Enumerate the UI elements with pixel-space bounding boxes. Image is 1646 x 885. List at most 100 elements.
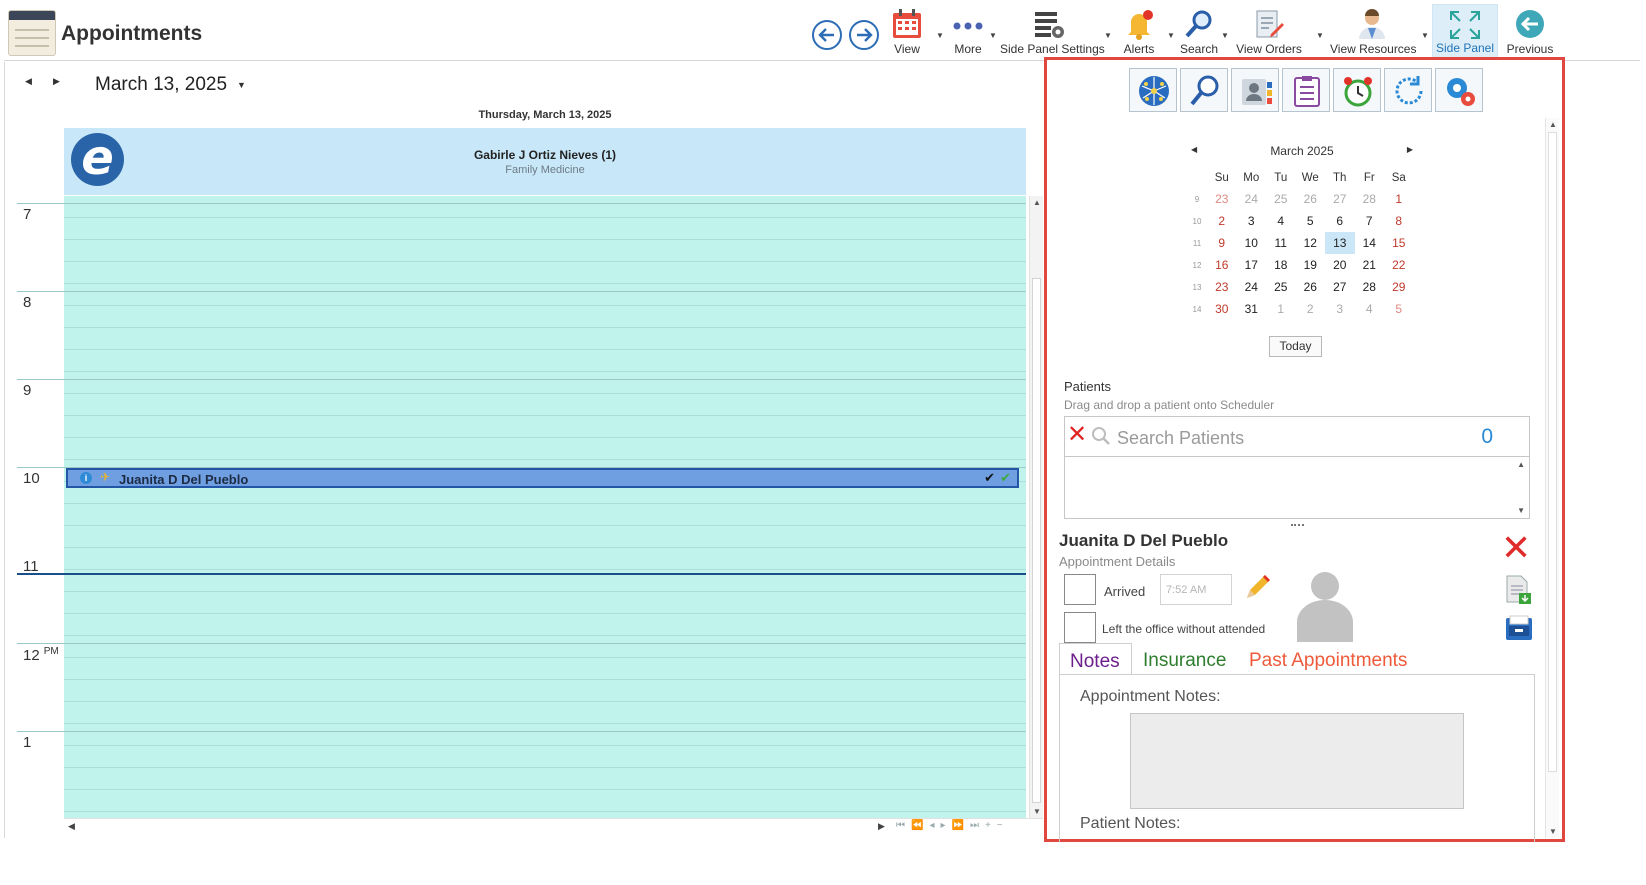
tab-insurance[interactable]: Insurance	[1133, 643, 1236, 675]
left-office-checkbox[interactable]	[1064, 612, 1096, 643]
calendar-day[interactable]: 2	[1296, 298, 1326, 320]
reminder-button[interactable]	[1333, 68, 1381, 112]
calendar-day[interactable]: 4	[1266, 210, 1296, 232]
side-panel-settings-button[interactable]: Side Panel Settings	[1000, 4, 1105, 61]
scroll-left-arrow[interactable]: ◀	[68, 821, 75, 832]
scroll-down-arrow[interactable]: ▼	[1549, 827, 1557, 836]
view-button[interactable]: View	[884, 4, 930, 61]
calendar-day[interactable]: 4	[1355, 298, 1385, 320]
appointment-block[interactable]: i ✈ Juanita D Del Pueblo ✔ ✔	[66, 468, 1019, 488]
calendar-day[interactable]: 2	[1207, 210, 1237, 232]
calendar-day[interactable]: 3	[1237, 210, 1267, 232]
calendar-day[interactable]: 22	[1384, 254, 1414, 276]
scroll-up-arrow[interactable]: ▲	[1517, 460, 1525, 469]
date-dropdown-arrow[interactable]: ▼	[237, 80, 246, 90]
resource-navigation-controls[interactable]: ⏮⏪◂▸⏩⏭+−	[896, 820, 1009, 831]
calendar-day[interactable]: 20	[1325, 254, 1355, 276]
patient-results-list[interactable]: ▲ ▼	[1064, 456, 1530, 519]
calendar-day[interactable]: 24	[1237, 276, 1267, 298]
calendar-day[interactable]: 1	[1266, 298, 1296, 320]
calendar-day[interactable]: 19	[1296, 254, 1326, 276]
calendar-day[interactable]: 15	[1384, 232, 1414, 254]
search-dropdown-arrow[interactable]: ▼	[1221, 31, 1229, 40]
calendar-day[interactable]: 6	[1325, 210, 1355, 232]
next-month-button[interactable]: ▶	[1407, 145, 1413, 154]
calendar-day[interactable]: 3	[1325, 298, 1355, 320]
previous-day-button[interactable]: ◀	[25, 76, 32, 87]
archive-drawer-icon[interactable]	[1504, 614, 1534, 642]
more-button[interactable]: More	[946, 4, 990, 61]
calendar-day[interactable]: 9	[1207, 232, 1237, 254]
calendar-day[interactable]: 29	[1384, 276, 1414, 298]
scroll-up-arrow[interactable]: ▲	[1033, 198, 1041, 207]
calendar-day[interactable]: 25	[1266, 276, 1296, 298]
scroll-up-arrow[interactable]: ▲	[1549, 120, 1557, 129]
calendar-day[interactable]: 16	[1207, 254, 1237, 276]
calendar-day[interactable]: 8	[1384, 210, 1414, 232]
alerts-button[interactable]: Alerts	[1116, 4, 1162, 61]
calendar-day[interactable]: 21	[1355, 254, 1385, 276]
calendar-day[interactable]: 5	[1296, 210, 1326, 232]
side-panel-button[interactable]: Side Panel	[1432, 4, 1498, 61]
calendar-day[interactable]: 23	[1207, 188, 1237, 210]
more-dropdown-arrow[interactable]: ▼	[989, 31, 997, 40]
scroll-right-arrow[interactable]: ▶	[878, 821, 885, 832]
view-orders-dropdown-arrow[interactable]: ▼	[1316, 31, 1324, 40]
current-date-label[interactable]: March 13, 2025	[95, 74, 227, 96]
find-button[interactable]	[1180, 68, 1228, 112]
calendar-day[interactable]: 26	[1296, 188, 1326, 210]
calendar-day[interactable]: 28	[1355, 188, 1385, 210]
pencil-icon[interactable]	[1243, 572, 1273, 602]
time-slots-column[interactable]	[64, 196, 1026, 818]
settings-button[interactable]	[1435, 68, 1483, 112]
view-orders-button[interactable]: View Orders	[1234, 4, 1304, 61]
arrived-time-field[interactable]: 7:52 AM	[1160, 574, 1232, 605]
refresh-button[interactable]	[1384, 68, 1432, 112]
calendar-day[interactable]: 12	[1296, 232, 1326, 254]
next-day-button[interactable]: ▶	[53, 76, 60, 87]
calendar-day[interactable]: 1	[1384, 188, 1414, 210]
scroll-thumb[interactable]	[1548, 132, 1557, 772]
panel-splitter[interactable]	[1291, 524, 1304, 526]
document-download-icon[interactable]	[1505, 574, 1531, 604]
calendar-day[interactable]: 11	[1266, 232, 1296, 254]
calendar-day[interactable]: 18	[1266, 254, 1296, 276]
view-resources-dropdown-arrow[interactable]: ▼	[1421, 31, 1429, 40]
appointment-notes-textarea[interactable]	[1130, 713, 1464, 809]
checklist-button[interactable]	[1282, 68, 1330, 112]
delete-appointment-icon[interactable]: ✕	[1501, 530, 1531, 566]
alerts-dropdown-arrow[interactable]: ▼	[1167, 31, 1175, 40]
calendar-day[interactable]: 27	[1325, 276, 1355, 298]
calendar-day[interactable]: 28	[1355, 276, 1385, 298]
patient-search-box[interactable]: ✕ Search Patients 0	[1064, 416, 1530, 457]
tab-notes[interactable]: Notes	[1059, 643, 1132, 675]
today-button[interactable]: Today	[1269, 336, 1322, 357]
grid-horizontal-scrollbar[interactable]: ◀ ▶ ⏮⏪◂▸⏩⏭+−	[64, 818, 1043, 834]
calendar-day[interactable]: 10	[1237, 232, 1267, 254]
calendar-day[interactable]: 13	[1325, 232, 1355, 254]
side-panel-scrollbar[interactable]: ▲ ▼	[1545, 118, 1559, 838]
calendar-day[interactable]: 31	[1237, 298, 1267, 320]
calendar-day[interactable]: 25	[1266, 188, 1296, 210]
calendar-day[interactable]: 30	[1207, 298, 1237, 320]
day-grid[interactable]: 7 8 9 10 11 12 PM 1 i ✈ Juanita D Del Pue…	[17, 196, 1043, 818]
calendar-day[interactable]: 23	[1207, 276, 1237, 298]
patient-search-input[interactable]: Search Patients	[1117, 428, 1244, 449]
calendar-day[interactable]: 14	[1355, 232, 1385, 254]
tab-past-appointments[interactable]: Past Appointments	[1239, 643, 1417, 675]
view-resources-button[interactable]: View Resources	[1330, 4, 1416, 61]
scroll-thumb[interactable]	[1032, 278, 1041, 803]
scroll-down-arrow[interactable]: ▼	[1033, 807, 1041, 816]
search-button[interactable]: Search	[1176, 4, 1222, 61]
view-dropdown-arrow[interactable]: ▼	[936, 31, 944, 40]
clear-icon[interactable]: ✕	[1067, 423, 1087, 447]
network-button[interactable]	[1129, 68, 1177, 112]
info-icon[interactable]: i	[80, 472, 92, 484]
forward-arrow-button[interactable]	[849, 20, 879, 50]
contact-card-button[interactable]	[1231, 68, 1279, 112]
side-panel-settings-dropdown-arrow[interactable]: ▼	[1104, 31, 1112, 40]
calendar-day[interactable]: 24	[1237, 188, 1267, 210]
calendar-day[interactable]: 26	[1296, 276, 1326, 298]
grid-vertical-scrollbar[interactable]: ▲ ▼	[1029, 196, 1043, 818]
calendar-day[interactable]: 5	[1384, 298, 1414, 320]
